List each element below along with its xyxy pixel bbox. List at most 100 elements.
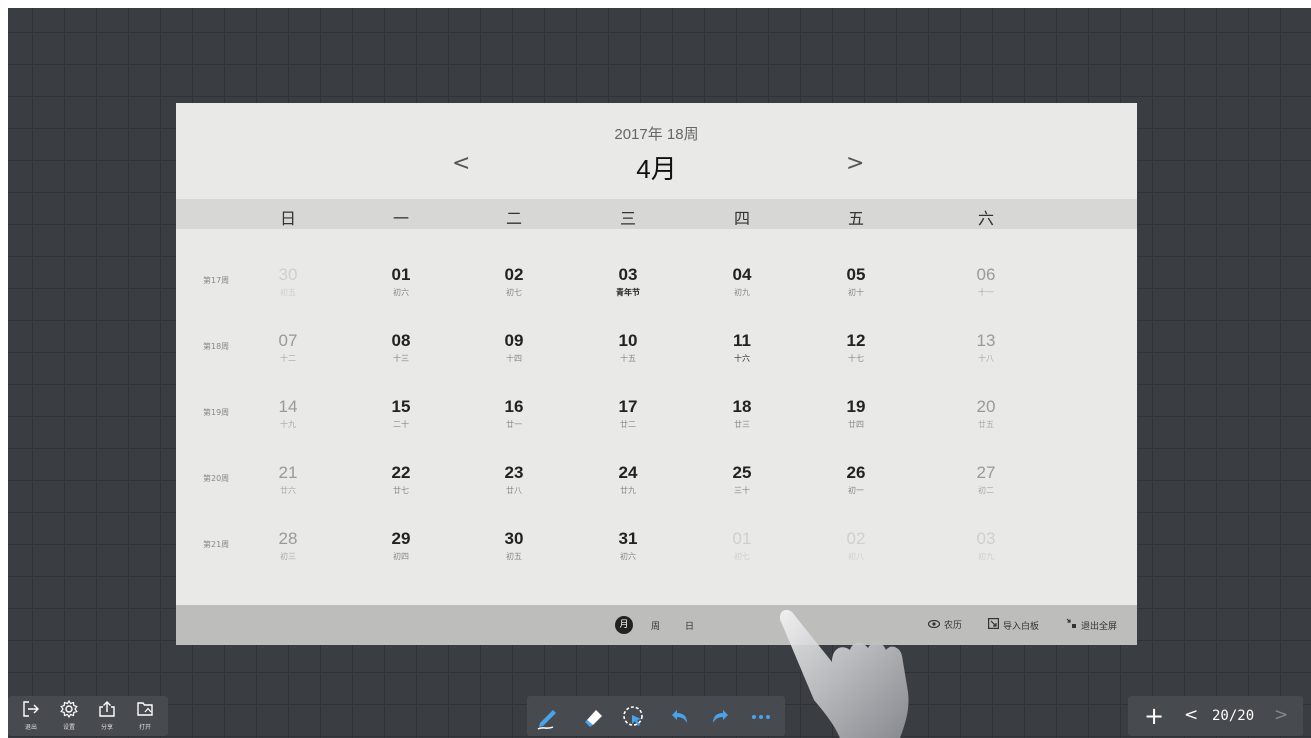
view-day-button[interactable]: 日 <box>685 619 694 632</box>
toolbar-button-label: 退出 <box>24 724 37 731</box>
share-button[interactable]: 分享 <box>92 700 122 731</box>
more-tools-button[interactable] <box>749 704 775 730</box>
toolbar-button-label: 打开 <box>138 724 151 731</box>
day-number: 12 <box>846 331 866 350</box>
day-number: 13 <box>976 331 996 350</box>
calendar-day-cell[interactable]: 02 初八 <box>826 529 886 562</box>
lunar-toggle-button[interactable]: 农历 <box>927 618 962 631</box>
week-number-label: 第19周 <box>203 408 230 417</box>
day-number: 30 <box>278 265 298 284</box>
page-toolbar: + < 20/20 > <box>1128 696 1303 736</box>
calendar-day-cell[interactable]: 03 初九 <box>956 529 1016 562</box>
calendar-day-cell[interactable]: 01 初六 <box>371 265 431 298</box>
calendar-day-cell[interactable]: 09 十四 <box>484 331 544 364</box>
lunar-date: 初五 <box>280 288 296 297</box>
lunar-date: 二十 <box>393 420 409 429</box>
exit-fullscreen-button[interactable]: 退出全屏 <box>1066 618 1117 632</box>
week-number-label: 第21周 <box>203 540 230 549</box>
import-whiteboard-button[interactable]: 导入白板 <box>988 618 1039 632</box>
day-number: 03 <box>618 265 638 284</box>
view-week-button[interactable]: 周 <box>651 619 660 632</box>
lunar-date: 十三 <box>393 354 409 363</box>
calendar-day-cell[interactable]: 20 廿五 <box>956 397 1016 430</box>
left-toolbar: 退出 设置 分享 打开 <box>8 696 168 736</box>
calendar-day-cell[interactable]: 30 初五 <box>258 265 318 298</box>
calendar-day-cell[interactable]: 15 二十 <box>371 397 431 430</box>
screen-frame-left <box>0 0 8 738</box>
calendar-day-cell[interactable]: 12 十七 <box>826 331 886 364</box>
lasso-select-button[interactable] <box>621 704 647 730</box>
day-number: 09 <box>504 331 524 350</box>
calendar-day-cell[interactable]: 05 初十 <box>826 265 886 298</box>
eraser-tool-button[interactable] <box>581 704 607 730</box>
calendar-footer: 月 周 日 农历 导入白板 退出全屏 <box>176 605 1137 645</box>
calendar-day-cell[interactable]: 16 廿一 <box>484 397 544 430</box>
calendar-day-cell[interactable]: 18 廿三 <box>712 397 772 430</box>
prev-page-button[interactable]: < <box>1184 705 1198 725</box>
calendar-day-cell[interactable]: 07 十二 <box>258 331 318 364</box>
lunar-date: 廿一 <box>506 420 522 429</box>
pen-tool-button[interactable] <box>535 704 561 730</box>
weekday-label: 一 <box>392 209 409 228</box>
calendar-day-cell[interactable]: 21 廿六 <box>258 463 318 496</box>
settings-button[interactable]: 设置 <box>54 699 84 731</box>
week-row: 第17周 30 初五 01 初六 02 初七 03 青年节 04 初九 05 初十 06 十一 <box>176 265 1137 325</box>
calendar-day-cell[interactable]: 13 十八 <box>956 331 1016 364</box>
lunar-date: 廿七 <box>393 486 409 495</box>
weekday-label: 五 <box>847 209 864 228</box>
calendar-day-cell[interactable]: 31 初六 <box>598 529 658 562</box>
day-number: 11 <box>733 331 751 350</box>
lunar-date: 廿八 <box>506 486 522 495</box>
calendar-day-cell[interactable]: 08 十三 <box>371 331 431 364</box>
open-button[interactable]: 打开 <box>130 700 160 731</box>
lunar-date: 初四 <box>393 552 409 561</box>
day-number: 31 <box>618 529 638 548</box>
calendar-day-cell[interactable]: 30 初五 <box>484 529 544 562</box>
lunar-date: 初一 <box>848 486 864 495</box>
day-number: 01 <box>732 529 752 548</box>
calendar-day-cell[interactable]: 02 初七 <box>484 265 544 298</box>
lunar-date: 初十 <box>848 288 864 297</box>
undo-button[interactable] <box>667 704 693 730</box>
calendar-day-cell[interactable]: 01 初七 <box>712 529 772 562</box>
calendar-day-cell[interactable]: 24 廿九 <box>598 463 658 496</box>
weekday-label: 日 <box>279 209 296 228</box>
redo-button[interactable] <box>707 704 733 730</box>
add-page-button[interactable]: + <box>1144 702 1164 730</box>
calendar-day-cell[interactable]: 22 廿七 <box>371 463 431 496</box>
day-number: 01 <box>391 265 411 284</box>
calendar-day-cell[interactable]: 04 初九 <box>712 265 772 298</box>
calendar-day-cell[interactable]: 27 初二 <box>956 463 1016 496</box>
week-row: 第19周 14 十九 15 二十 16 廿一 17 廿二 18 廿三 19 廿四 20 廿五 <box>176 397 1137 457</box>
calendar-day-cell[interactable]: 11 十六 <box>712 331 772 364</box>
calendar-day-cell[interactable]: 29 初四 <box>371 529 431 562</box>
view-month-button[interactable]: 月 <box>615 616 633 634</box>
redo-icon <box>713 710 728 723</box>
calendar-day-cell[interactable]: 06 十一 <box>956 265 1016 298</box>
lunar-date: 十六 <box>734 354 750 363</box>
calendar-day-cell[interactable]: 19 廿四 <box>826 397 886 430</box>
next-page-button[interactable]: > <box>1274 705 1288 725</box>
lunar-date: 三十 <box>734 486 750 495</box>
calendar-day-cell[interactable]: 03 青年节 <box>598 265 658 298</box>
eye-icon <box>927 619 941 631</box>
calendar-day-cell[interactable]: 23 廿八 <box>484 463 544 496</box>
calendar-day-cell[interactable]: 17 廿二 <box>598 397 658 430</box>
exit-button[interactable]: 退出 <box>16 700 46 731</box>
next-month-button[interactable]: > <box>846 151 864 176</box>
calendar-day-cell[interactable]: 25 三十 <box>712 463 772 496</box>
calendar-day-cell[interactable]: 28 初三 <box>258 529 318 562</box>
day-number: 08 <box>391 331 411 350</box>
import-icon <box>988 618 1000 632</box>
calendar-day-cell[interactable]: 14 十九 <box>258 397 318 430</box>
calendar-day-cell[interactable]: 26 初一 <box>826 463 886 496</box>
lunar-date: 十四 <box>506 354 522 363</box>
lunar-date: 十九 <box>280 420 296 429</box>
week-row: 第21周 28 初三 29 初四 30 初五 31 初六 01 初七 02 初八 03 初九 <box>176 529 1137 589</box>
lunar-date: 初六 <box>620 552 636 561</box>
day-number: 17 <box>618 397 638 416</box>
calendar-day-cell[interactable]: 10 十五 <box>598 331 658 364</box>
day-number: 24 <box>618 463 638 482</box>
day-number: 22 <box>391 463 411 482</box>
undo-icon <box>672 710 687 723</box>
